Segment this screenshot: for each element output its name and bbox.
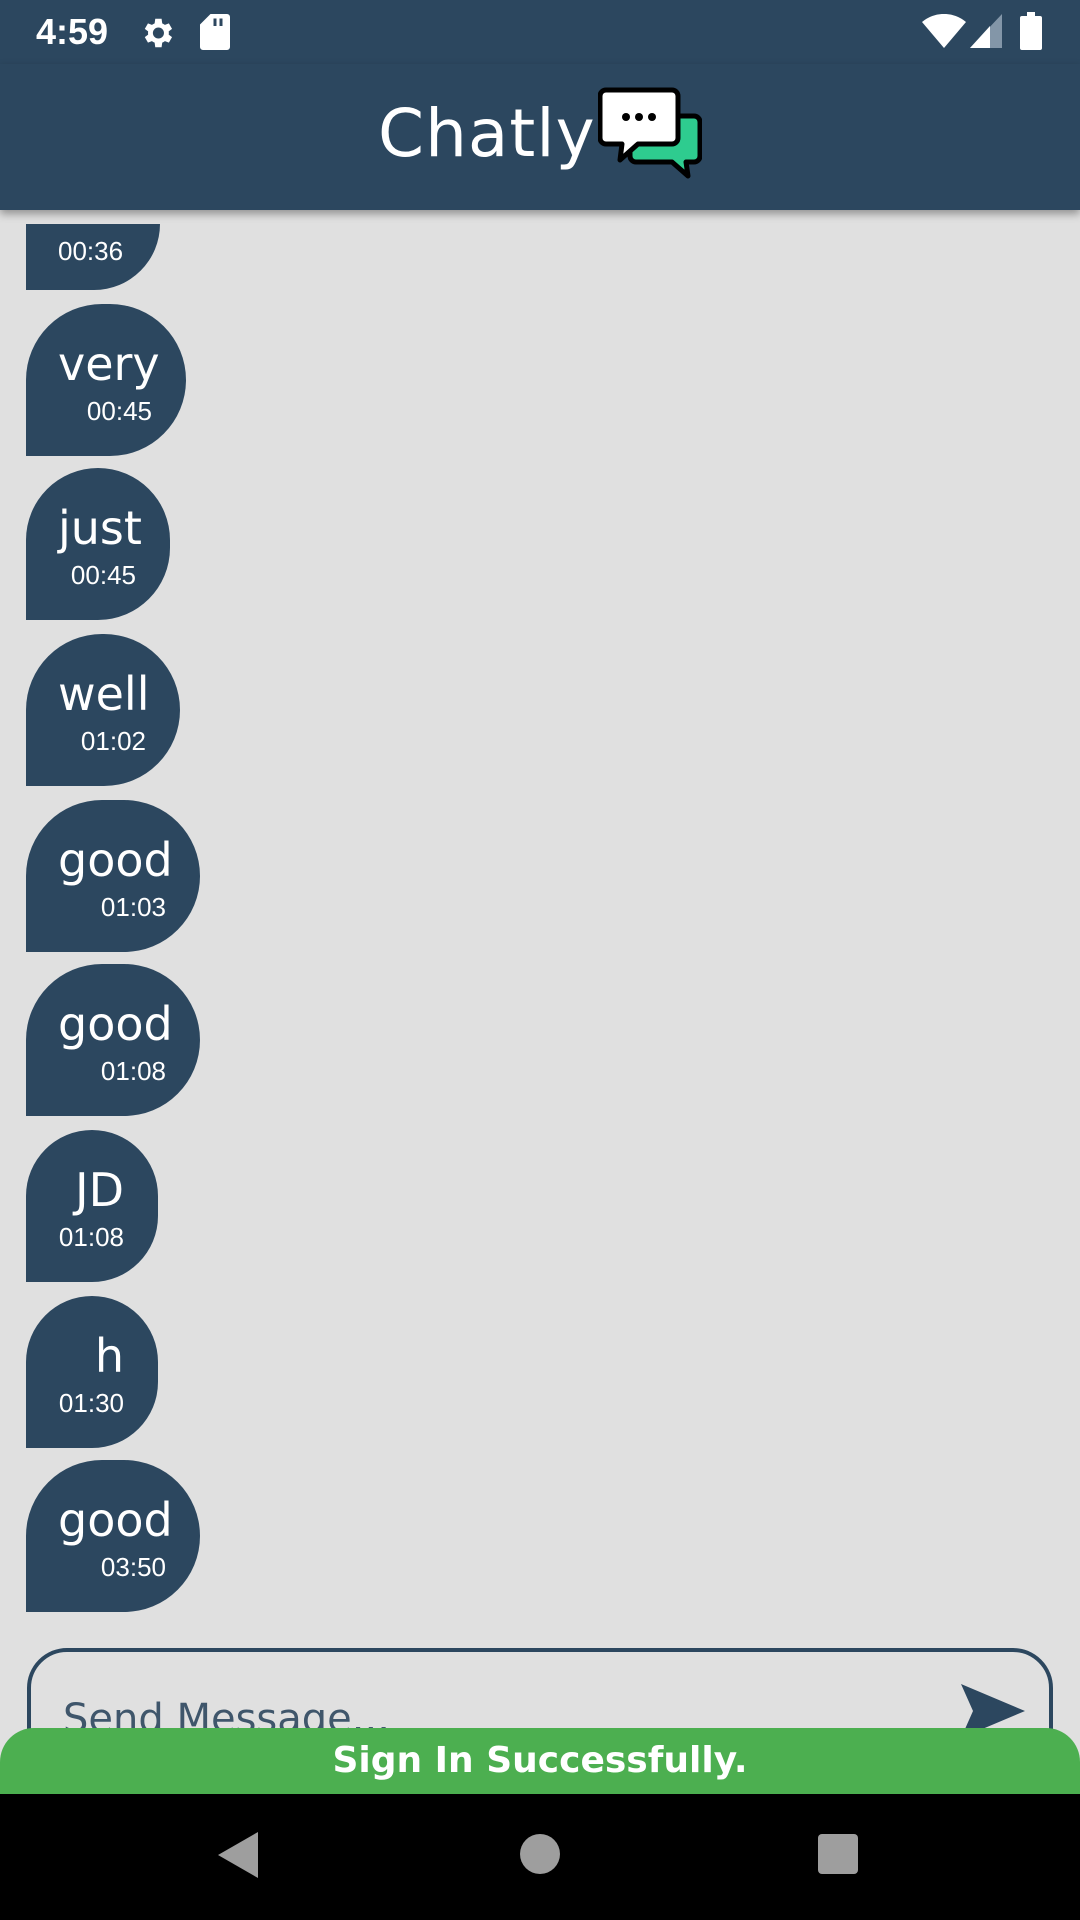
battery-icon: [1020, 12, 1042, 54]
message-time: 01:08: [100, 1056, 166, 1086]
signal-icon: [970, 14, 1002, 52]
message-text: good: [58, 1493, 173, 1547]
message-bubble: good 03:50: [26, 1460, 200, 1612]
message-bubble: very 00:45: [26, 304, 186, 456]
message-time: 01:08: [58, 1222, 124, 1252]
message-bubble: well 01:02: [26, 634, 180, 786]
message-bubble: just 00:45: [26, 468, 170, 620]
navigation-bar: [0, 1794, 1080, 1920]
message-time: 00:45: [70, 560, 136, 590]
status-bar: 4:59: [0, 0, 1080, 64]
back-icon[interactable]: [214, 1828, 260, 1886]
home-icon[interactable]: [518, 1832, 562, 1880]
status-time: 4:59: [36, 11, 109, 52]
toast-message: Sign In Successfully.: [0, 1728, 1080, 1794]
recents-icon[interactable]: [816, 1832, 860, 1880]
message-time: 01:30: [58, 1388, 124, 1418]
gear-icon: [138, 14, 176, 56]
message-text: good: [58, 833, 173, 887]
message-text: just: [58, 501, 142, 555]
message-text: very: [58, 337, 160, 391]
message-time: 00:36: [58, 236, 124, 266]
app-title: Chatly: [378, 95, 596, 172]
message-bubble: good 01:08: [26, 964, 200, 1116]
message-text: JD: [75, 1163, 124, 1217]
message-time: 00:45: [86, 396, 152, 426]
message-time: 01:03: [100, 892, 166, 922]
sd-card-icon: [200, 14, 230, 54]
message-time: 01:02: [80, 726, 146, 756]
message-time: 03:50: [100, 1552, 166, 1582]
chat-message-list[interactable]: 00:36 very 00:45 just 00:45 well 01:02 g…: [0, 210, 1080, 1640]
message-bubble: 00:36: [26, 224, 160, 290]
message-text: well: [58, 667, 150, 721]
message-bubble: h 01:30: [26, 1296, 158, 1448]
wifi-icon: [922, 13, 966, 52]
message-text: h: [94, 1329, 124, 1383]
message-bubble: good 01:03: [26, 800, 200, 952]
app-bar: Chatly: [0, 64, 1080, 210]
message-text: good: [58, 997, 173, 1051]
chat-bubbles-icon: [597, 86, 703, 190]
message-bubble: JD 01:08: [26, 1130, 158, 1282]
